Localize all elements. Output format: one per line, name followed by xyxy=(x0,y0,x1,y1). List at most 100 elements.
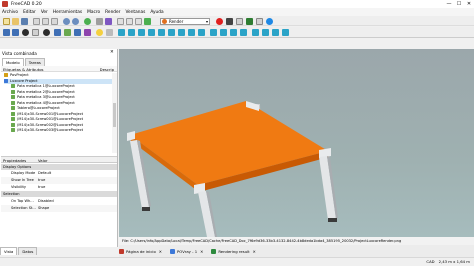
property-row[interactable]: On Top Wh... Disabled xyxy=(1,198,117,205)
navigation-style[interactable]: CAD xyxy=(426,259,434,264)
tab-modelo[interactable]: Modelo xyxy=(2,58,24,66)
tree-item[interactable]: (M14)x30-Screw003@LuxcoreProject xyxy=(11,128,127,134)
status-bar: CAD 2,43 m x 1,64 m xyxy=(0,257,474,266)
sun-light-icon[interactable] xyxy=(230,29,237,36)
render-povray-icon[interactable] xyxy=(138,29,145,36)
stop-icon[interactable] xyxy=(226,17,233,25)
render-cycles-icon[interactable] xyxy=(148,29,155,36)
record-icon[interactable] xyxy=(216,17,223,25)
refresh-icon[interactable] xyxy=(84,17,91,25)
property-row[interactable]: Selection St... Shape xyxy=(1,205,117,212)
render-viewport[interactable] xyxy=(119,49,474,237)
tree-item-label: (M14)x30-Screw003@LuxcoreProject xyxy=(17,128,84,132)
front-view-icon[interactable] xyxy=(64,29,71,36)
macro-run-icon[interactable] xyxy=(144,17,151,25)
property-group[interactable]: Selection xyxy=(1,191,117,197)
render-project-icon xyxy=(4,78,8,83)
render-settings-icon[interactable] xyxy=(282,29,289,36)
property-row[interactable]: Visibility true xyxy=(1,184,117,191)
workbench-selected: Render xyxy=(169,18,184,24)
edit-macro-icon[interactable] xyxy=(236,17,243,25)
minimize-button[interactable]: — xyxy=(444,1,454,7)
material-icon[interactable] xyxy=(252,29,259,36)
help-icon[interactable] xyxy=(266,17,273,25)
macro-record-icon[interactable] xyxy=(117,17,124,25)
menu-herramientas[interactable]: Herramientas xyxy=(53,10,82,15)
render-ospray-icon[interactable] xyxy=(168,29,175,36)
tab-start-page[interactable]: Página de inicio ✕ xyxy=(119,248,162,254)
close-button[interactable]: ✕ xyxy=(464,1,474,7)
menu-render[interactable]: Render xyxy=(105,10,120,15)
paste-icon[interactable] xyxy=(51,17,58,25)
tab-vista[interactable]: Vista xyxy=(0,247,18,255)
fit-selection-icon[interactable] xyxy=(12,29,19,36)
menu-archivo[interactable]: Archivo xyxy=(2,10,18,15)
new-document-icon[interactable] xyxy=(3,17,10,25)
property-row[interactable]: Display Mode Default xyxy=(1,170,117,177)
measure-icon[interactable] xyxy=(96,29,103,36)
render-view-icon[interactable] xyxy=(188,29,195,36)
property-key: On Top Wh... xyxy=(11,199,34,203)
window-controls: — ☐ ✕ xyxy=(444,1,474,7)
close-icon[interactable]: ✕ xyxy=(159,249,162,254)
maximize-button[interactable]: ☐ xyxy=(454,1,464,7)
close-icon[interactable]: ✕ xyxy=(110,50,114,55)
open-folder-icon[interactable] xyxy=(12,17,19,25)
menu-ayuda[interactable]: Ayuda xyxy=(150,10,163,15)
area-light-icon[interactable] xyxy=(220,29,227,36)
scrollbar-thumb[interactable] xyxy=(113,103,116,127)
close-icon[interactable]: ✕ xyxy=(253,249,256,254)
chevron-down-icon[interactable] xyxy=(106,29,113,36)
property-value[interactable]: Shape xyxy=(38,205,49,212)
render-camera-icon[interactable] xyxy=(198,29,205,36)
macro-edit-icon[interactable] xyxy=(135,17,142,25)
document-tabs: Página de inicio ✕ POVray - 1 ✕ Renderin… xyxy=(119,245,474,257)
property-value[interactable]: true xyxy=(38,184,45,191)
tab-rendering-result[interactable]: Rendering result ✕ xyxy=(211,248,256,254)
macro-stop-icon[interactable] xyxy=(126,17,133,25)
tree-scrollbar[interactable] xyxy=(112,73,117,153)
isometric-view-icon[interactable] xyxy=(54,29,61,36)
menu-macro[interactable]: Macro xyxy=(87,10,100,15)
tab-povray[interactable]: POVray - 1 ✕ xyxy=(169,248,203,254)
copy-icon[interactable] xyxy=(42,17,49,25)
property-value[interactable]: Disabled xyxy=(38,198,54,205)
menu-ver[interactable]: Ver xyxy=(41,10,48,15)
whats-this-icon[interactable] xyxy=(105,17,112,25)
menu-editar[interactable]: Editar xyxy=(23,10,36,15)
property-tabs: Vista Datos xyxy=(0,247,38,255)
tree-header-description[interactable]: Descrip xyxy=(100,67,114,72)
workbench-selector[interactable]: Render ▾ xyxy=(160,17,210,25)
execute-macro-icon[interactable] xyxy=(246,17,253,25)
redo-icon[interactable] xyxy=(72,17,79,25)
render-pbrt-icon[interactable] xyxy=(178,29,185,36)
apply-material-icon[interactable] xyxy=(262,29,269,36)
undo-icon[interactable] xyxy=(63,17,70,25)
menu-ventanas[interactable]: Ventanas xyxy=(125,10,145,15)
render-new-project-icon[interactable] xyxy=(118,29,125,36)
property-value[interactable]: true xyxy=(38,177,45,184)
property-key: Selection St... xyxy=(11,206,36,210)
render-luxcore-icon[interactable] xyxy=(128,29,135,36)
draw-style-icon[interactable] xyxy=(22,29,29,36)
close-icon[interactable]: ✕ xyxy=(200,249,203,254)
image-light-icon[interactable] xyxy=(240,29,247,36)
dimension-readout: 2,43 m x 1,64 m xyxy=(438,259,470,264)
cursor-icon[interactable] xyxy=(96,17,103,25)
perspective-icon[interactable] xyxy=(43,29,50,36)
bounding-box-icon[interactable] xyxy=(32,29,39,36)
save-icon[interactable] xyxy=(21,17,28,25)
tab-datos[interactable]: Datos xyxy=(18,247,38,255)
right-view-icon[interactable] xyxy=(84,29,91,36)
render-appleseed-icon[interactable] xyxy=(158,29,165,36)
cut-icon[interactable] xyxy=(33,17,40,25)
point-light-icon[interactable] xyxy=(210,29,217,36)
property-value[interactable]: Default xyxy=(38,170,51,177)
property-row[interactable]: Show In Tree true xyxy=(1,177,117,184)
top-view-icon[interactable] xyxy=(74,29,81,36)
render-icon[interactable] xyxy=(272,29,279,36)
fit-all-icon[interactable] xyxy=(3,29,10,36)
tab-tareas[interactable]: Tareas xyxy=(24,58,45,66)
macro-list-icon[interactable] xyxy=(256,17,263,25)
tree-header-labels[interactable]: Etiquetas & Atributos xyxy=(3,67,44,72)
